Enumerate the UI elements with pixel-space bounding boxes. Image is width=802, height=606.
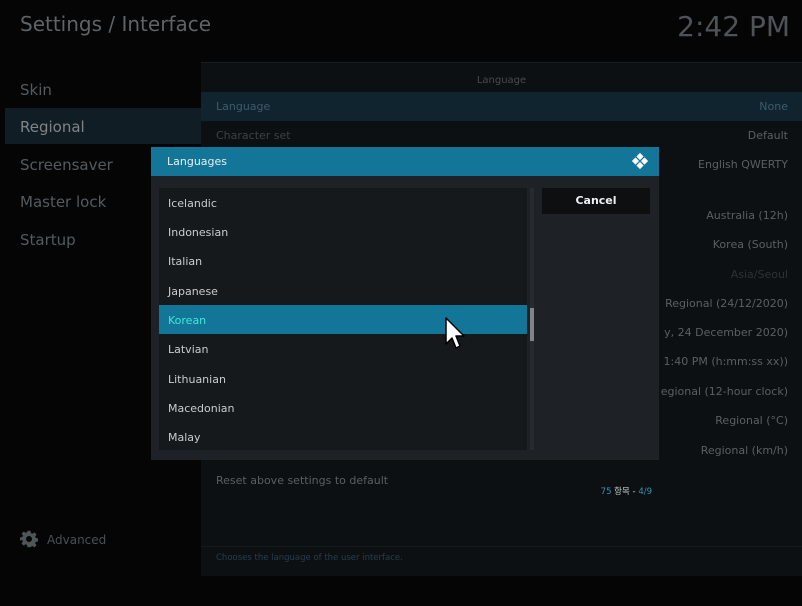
list-item-label: Indonesian xyxy=(168,226,229,239)
setting-value-clock-format: egional (12-hour clock) xyxy=(660,385,788,398)
setting-value-language: None xyxy=(759,100,788,113)
list-item-italian[interactable]: Italian xyxy=(159,246,527,275)
setting-value-keyboard-layout: English QWERTY xyxy=(698,158,788,171)
setting-label-language: Language xyxy=(216,100,271,113)
list-item-label: Malay xyxy=(168,431,201,444)
list-item-label: Macedonian xyxy=(168,402,235,415)
dialog-header: Languages xyxy=(151,147,659,176)
list-item-label: Latvian xyxy=(168,343,209,356)
mouse-cursor-icon xyxy=(445,317,465,349)
setting-value-long-date: y, 24 December 2020) xyxy=(664,326,788,339)
reset-settings-button[interactable]: Reset above settings to default xyxy=(216,474,388,487)
list-item-icelandic[interactable]: Icelandic xyxy=(159,188,527,217)
list-item-label: Korean xyxy=(168,314,207,327)
list-item-korean[interactable]: Korean xyxy=(159,305,527,334)
list-scrollbar[interactable] xyxy=(530,188,534,450)
clock: 2:42 PM xyxy=(677,10,790,43)
section-header: Language xyxy=(201,62,802,91)
section-title: Language xyxy=(476,75,527,86)
setting-value-time-format: 1:40 PM (h:mm:ss xx)) xyxy=(663,355,789,368)
cancel-button-label: Cancel xyxy=(575,194,617,207)
list-item-label: Italian xyxy=(168,255,203,268)
setting-value-timezone-country: Korea (South) xyxy=(712,238,788,251)
list-item-japanese[interactable]: Japanese xyxy=(159,276,527,305)
setting-label-character-set: Character set xyxy=(216,129,291,142)
scrollbar-thumb[interactable] xyxy=(530,308,534,341)
kodi-logo-icon xyxy=(631,152,649,170)
setting-value-temperature-unit: Regional (°C) xyxy=(715,414,788,427)
item-count: 75 항목 - 4/9 xyxy=(601,485,652,497)
setting-value-speed-unit: Regional (km/h) xyxy=(700,444,788,457)
list-item-lithuanian[interactable]: Lithuanian xyxy=(159,364,527,393)
list-item-label: Japanese xyxy=(168,285,218,298)
setting-value-region: Australia (12h) xyxy=(706,209,788,222)
page-indicator: 4/9 xyxy=(638,487,652,497)
sidebar-item-skin[interactable]: Skin xyxy=(20,81,52,99)
advanced-toggle[interactable]: Advanced xyxy=(47,533,106,547)
list-item-latvian[interactable]: Latvian xyxy=(159,334,527,363)
setting-value-character-set: Default xyxy=(747,129,788,142)
sidebar-item-master-lock[interactable]: Master lock xyxy=(20,193,106,211)
setting-value-timezone: Asia/Seoul xyxy=(730,268,788,281)
list-item-indonesian[interactable]: Indonesian xyxy=(159,217,527,246)
cancel-button[interactable]: Cancel xyxy=(542,188,650,214)
sidebar-item-screensaver[interactable]: Screensaver xyxy=(20,156,113,174)
gear-icon[interactable] xyxy=(20,530,38,548)
item-count-number: 75 xyxy=(600,487,612,497)
description-text: Chooses the language of the user interfa… xyxy=(216,553,403,563)
sidebar-item-regional[interactable]: Regional xyxy=(20,118,85,136)
list-item-label: Icelandic xyxy=(168,197,217,210)
list-item-macedonian[interactable]: Macedonian xyxy=(159,393,527,422)
sidebar-item-startup[interactable]: Startup xyxy=(20,231,76,249)
setting-value-short-date: Regional (24/12/2020) xyxy=(665,297,788,310)
page-title: Settings / Interface xyxy=(20,12,212,36)
dialog-actions: Cancel 75 항목 - 4/9 xyxy=(542,188,659,497)
setting-row-language[interactable] xyxy=(201,92,802,121)
list-item-label: Lithuanian xyxy=(168,373,226,386)
list-item-malay[interactable]: Malay xyxy=(159,422,527,451)
setting-description: Chooses the language of the user interfa… xyxy=(201,546,802,571)
dialog-title: Languages xyxy=(167,155,228,168)
languages-dialog: Languages Icelandic Indonesian Italian J… xyxy=(151,147,659,497)
item-count-label: 항목 - xyxy=(611,487,639,497)
